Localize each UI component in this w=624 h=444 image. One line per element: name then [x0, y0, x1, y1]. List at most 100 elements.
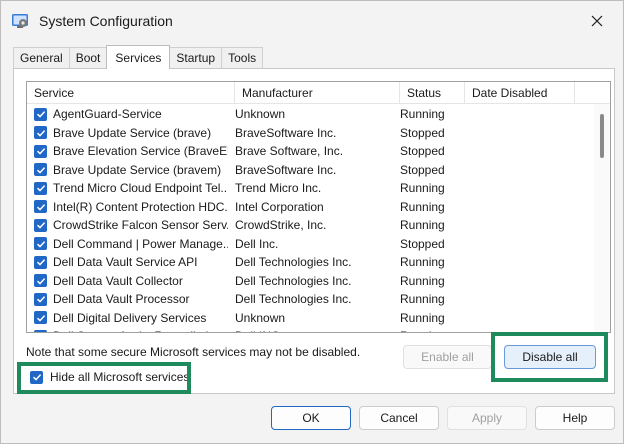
enable-all-button[interactable]: Enable all — [403, 345, 492, 369]
table-row[interactable]: Trend Micro Cloud Endpoint Tel... Trend M… — [27, 179, 593, 198]
tab-boot[interactable]: Boot — [68, 47, 108, 69]
service-checkbox[interactable] — [34, 181, 47, 195]
service-checkbox[interactable] — [34, 274, 47, 288]
service-cell: Dell Data Vault Service API — [27, 255, 228, 269]
table-row[interactable]: AgentGuard-Service Unknown Running — [27, 105, 593, 124]
manufacturer-cell: BraveSoftware Inc. — [235, 162, 337, 177]
manufacturer-cell: CrowdStrike, Inc. — [235, 218, 327, 233]
service-cell: Dell SupportAssist Remediation — [27, 329, 228, 332]
service-name: Dell Data Vault Processor — [53, 292, 190, 307]
table-row[interactable]: Dell Digital Delivery Services Unknown Run… — [27, 309, 593, 328]
column-header-service[interactable]: Service — [27, 82, 235, 104]
service-name: Dell Data Vault Collector — [53, 273, 183, 288]
table-row[interactable]: Brave Elevation Service (BraveEl... Brave… — [27, 142, 593, 161]
tab-tools[interactable]: Tools — [221, 47, 264, 69]
table-row[interactable]: Dell Command | Power Manage... Dell Inc. S… — [27, 235, 593, 254]
checkmark-icon — [36, 148, 45, 155]
status-cell: Running — [400, 107, 445, 122]
manufacturer-cell: Trend Micro Inc. — [235, 181, 322, 196]
service-cell: AgentGuard-Service — [27, 107, 228, 121]
checkmark-icon — [36, 166, 45, 174]
service-checkbox[interactable] — [34, 126, 47, 140]
service-cell: Dell Data Vault Collector — [27, 274, 228, 288]
service-cell: Dell Command | Power Manage... — [27, 237, 228, 251]
checkmark-icon — [36, 277, 45, 285]
help-button[interactable]: Help — [535, 406, 615, 430]
disable-all-highlight — [491, 332, 608, 382]
service-checkbox[interactable] — [34, 200, 47, 214]
service-checkbox[interactable] — [34, 329, 47, 332]
service-cell: Trend Micro Cloud Endpoint Tel... — [27, 181, 228, 195]
manufacturer-cell: Dell Technologies Inc. — [235, 255, 352, 270]
tab-startup[interactable]: Startup — [169, 47, 223, 69]
status-cell: Stopped — [400, 162, 445, 177]
status-cell: Stopped — [400, 236, 445, 251]
service-cell: Brave Update Service (bravem) — [27, 163, 228, 177]
table-row[interactable]: CrowdStrike Falcon Sensor Serv... CrowdSt… — [27, 216, 593, 235]
services-list[interactable]: Service Manufacturer Status Date Disable… — [26, 81, 611, 333]
column-header-spacer — [575, 82, 610, 104]
tab-general[interactable]: General — [13, 47, 70, 69]
close-icon — [591, 15, 603, 27]
service-checkbox[interactable] — [34, 237, 47, 251]
service-name: Dell Data Vault Service API — [53, 255, 198, 270]
table-row[interactable]: Brave Update Service (bravem) BraveSoftwa… — [27, 161, 593, 180]
service-checkbox[interactable] — [34, 311, 47, 325]
status-cell: Running — [400, 181, 445, 196]
service-cell: CrowdStrike Falcon Sensor Serv... — [27, 218, 228, 232]
service-name: Brave Update Service (bravem) — [53, 162, 222, 177]
apply-button[interactable]: Apply — [447, 406, 527, 430]
status-cell: Running — [400, 255, 445, 270]
service-checkbox[interactable] — [34, 163, 47, 177]
cancel-button[interactable]: Cancel — [359, 406, 439, 430]
list-rows: AgentGuard-Service Unknown Running Brave Up… — [27, 105, 593, 332]
checkmark-icon — [36, 259, 45, 266]
status-cell: Running — [400, 273, 445, 288]
status-cell: Running — [400, 199, 445, 214]
column-header-date-disabled[interactable]: Date Disabled — [465, 82, 575, 104]
status-cell: Running — [400, 292, 445, 307]
service-checkbox[interactable] — [34, 292, 47, 306]
status-cell: Stopped — [400, 125, 445, 140]
service-checkbox[interactable] — [34, 218, 47, 232]
hide-ms-highlight — [17, 362, 191, 394]
manufacturer-cell: Dell INC. — [228, 329, 393, 332]
service-name: Trend Micro Cloud Endpoint Tel... — [53, 181, 228, 196]
column-header-status[interactable]: Status — [400, 82, 465, 104]
checkmark-icon — [36, 222, 45, 229]
tab-services[interactable]: Services — [106, 45, 171, 69]
secure-services-note: Note that some secure Microsoft services… — [26, 345, 361, 359]
checkmark-icon — [36, 296, 45, 303]
service-checkbox[interactable] — [34, 144, 47, 158]
table-row[interactable]: Intel(R) Content Protection HDC... Intel … — [27, 198, 593, 217]
service-name: Intel(R) Content Protection HDC... — [53, 199, 228, 214]
checkmark-icon — [36, 185, 45, 192]
manufacturer-cell: Dell Technologies Inc. — [235, 292, 352, 307]
title-bar: System Configuration — [1, 1, 623, 41]
table-row[interactable]: Dell Data Vault Collector Dell Technologi… — [27, 272, 593, 291]
service-checkbox[interactable] — [34, 107, 47, 121]
checkmark-icon — [36, 240, 45, 248]
service-cell: Dell Digital Delivery Services — [27, 311, 228, 325]
system-config-icon — [11, 12, 29, 30]
status-cell: Running — [400, 218, 445, 233]
scroll-thumb[interactable] — [600, 114, 604, 158]
manufacturer-cell: Dell Inc. — [235, 236, 279, 251]
column-header-manufacturer[interactable]: Manufacturer — [235, 82, 400, 104]
checkmark-icon — [36, 203, 45, 211]
service-name: Brave Update Service (brave) — [53, 125, 212, 140]
service-checkbox[interactable] — [34, 255, 47, 269]
table-row[interactable]: Brave Update Service (brave) BraveSoftwar… — [27, 124, 593, 143]
tab-strip: General Boot Services Startup Tools — [13, 45, 264, 69]
ok-button[interactable]: OK — [271, 406, 351, 430]
table-row[interactable]: Dell Data Vault Processor Dell Technologi… — [27, 290, 593, 309]
vertical-scrollbar[interactable] — [594, 104, 610, 332]
close-button[interactable] — [585, 9, 609, 33]
manufacturer-cell: Unknown — [235, 107, 286, 122]
manufacturer-cell: Brave Software, Inc. — [235, 144, 344, 159]
checkmark-icon — [36, 111, 45, 118]
service-name: Brave Elevation Service (BraveEl... — [53, 144, 228, 159]
table-row[interactable]: Dell Data Vault Service API Dell Technolo… — [27, 253, 593, 272]
service-cell: Brave Elevation Service (BraveEl... — [27, 144, 228, 158]
service-name: Dell Command | Power Manage... — [53, 236, 228, 251]
